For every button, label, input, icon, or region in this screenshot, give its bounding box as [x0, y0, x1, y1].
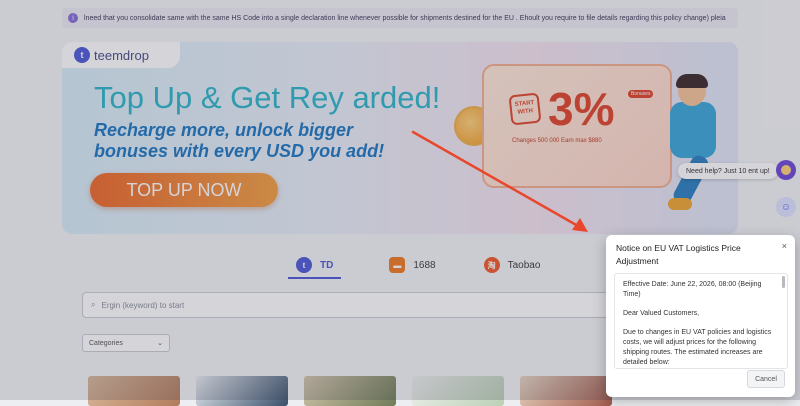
cancel-button[interactable]: Cancel: [747, 370, 785, 388]
scrollbar[interactable]: [782, 276, 785, 288]
dialog-body[interactable]: Effective Date: June 22, 2026, 08:00 (Be…: [614, 273, 788, 369]
notice-body: Due to changes in EU VAT policies and lo…: [623, 329, 772, 366]
effective-date: Effective Date: June 22, 2026, 08:00 (Be…: [623, 281, 762, 298]
notice-dialog: Notice on EU VAT Logistics Price Adjustm…: [606, 235, 795, 397]
close-icon[interactable]: ×: [782, 241, 787, 251]
greeting: Dear Valued Customers,: [623, 310, 700, 317]
dialog-title: Notice on EU VAT Logistics Price Adjustm…: [616, 243, 741, 266]
dialog-content: Effective Date: June 22, 2026, 08:00 (Be…: [623, 280, 775, 368]
